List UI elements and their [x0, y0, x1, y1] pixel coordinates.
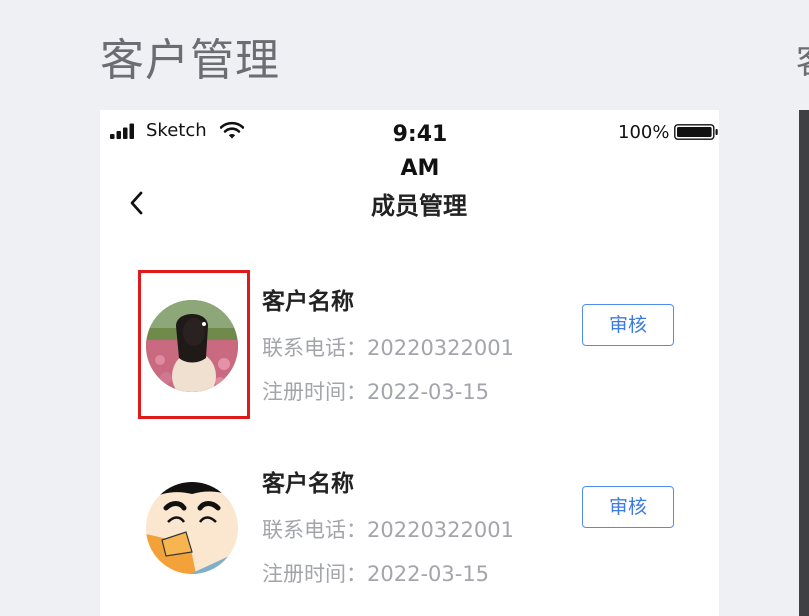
review-button[interactable]: 审核 — [582, 486, 674, 528]
carrier-name: Sketch — [146, 120, 207, 141]
review-button[interactable]: 审核 — [582, 304, 674, 346]
member-register-date: 注册时间：2022-03-15 — [262, 558, 489, 588]
phone-label: 联系电话： — [262, 336, 367, 360]
clock: 9:41 AM — [392, 122, 448, 181]
phone-label: 联系电话： — [262, 518, 367, 542]
member-phone: 联系电话：20220322001 — [262, 332, 514, 362]
member-name: 客户名称 — [262, 471, 354, 497]
phone-value: 20220322001 — [367, 518, 514, 542]
phone-value: 20220322001 — [367, 336, 514, 360]
wifi-icon — [220, 121, 244, 139]
avatar-highlight-annotation — [138, 270, 250, 419]
avatar[interactable] — [146, 482, 238, 574]
battery-percentage: 100% — [618, 122, 670, 143]
status-bar: Sketch 9:41 AM 100% — [100, 110, 719, 181]
adjacent-artboard-edge — [799, 110, 809, 616]
cellular-signal-icon — [110, 123, 134, 139]
register-label: 注册时间： — [262, 380, 367, 404]
register-value: 2022-03-15 — [367, 562, 490, 586]
battery-icon — [674, 124, 718, 140]
member-name: 客户名称 — [262, 289, 354, 315]
page-heading: 客户管理 — [100, 35, 280, 86]
member-register-date: 注册时间：2022-03-15 — [262, 376, 489, 406]
member-phone: 联系电话：20220322001 — [262, 514, 514, 544]
register-value: 2022-03-15 — [367, 380, 490, 404]
member-card: 客户名称 联系电话：20220322001 注册时间：2022-03-15 审核 — [100, 452, 719, 612]
register-label: 注册时间： — [262, 562, 367, 586]
back-chevron-icon[interactable] — [122, 188, 152, 218]
nav-title: 成员管理 — [371, 192, 467, 220]
side-page-heading-fragment: 客 — [796, 34, 809, 83]
